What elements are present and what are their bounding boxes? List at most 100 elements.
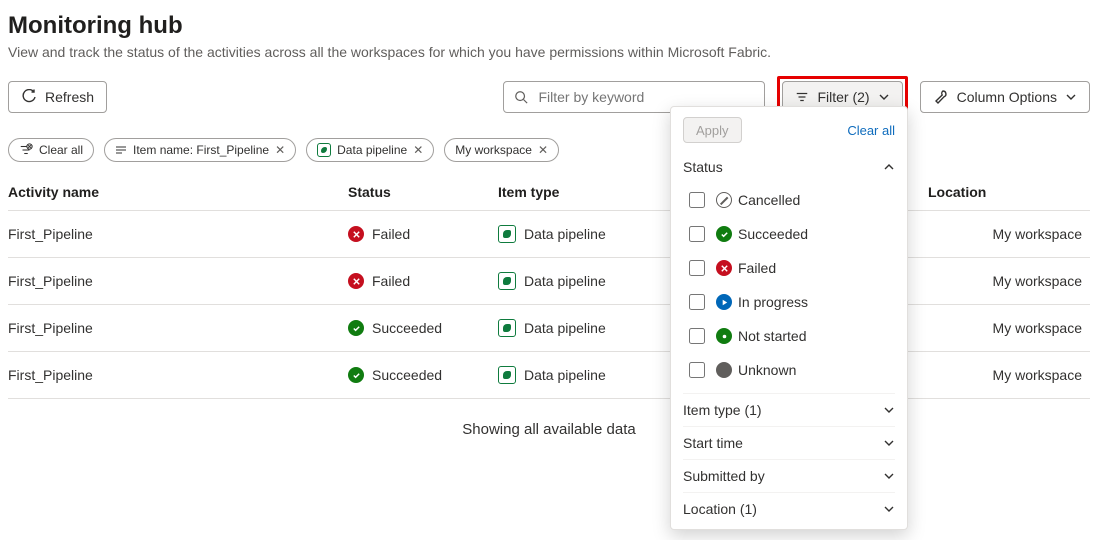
filter-section-submitted-by[interactable]: Submitted by <box>683 459 895 492</box>
filter-option-label: Cancelled <box>716 192 800 208</box>
cell-activity: First_Pipeline <box>8 305 348 352</box>
wrench-icon <box>933 89 949 105</box>
table-row[interactable]: First_PipelineFailedData pipeline4:15 PM… <box>8 258 1090 305</box>
status-cancelled-icon <box>716 192 732 208</box>
search-icon <box>514 90 528 104</box>
chip-remove-icon[interactable]: ✕ <box>538 143 548 157</box>
filter-option-unknown[interactable]: Unknown <box>683 353 895 387</box>
filter-option-label: Succeeded <box>716 226 808 242</box>
chip-remove-icon[interactable]: ✕ <box>275 143 285 157</box>
chip-label: Item name: First_Pipeline <box>133 143 269 157</box>
chip-remove-icon[interactable]: ✕ <box>413 143 423 157</box>
table-footer-message: Showing all available data <box>8 399 1090 460</box>
search-input[interactable] <box>536 88 754 106</box>
chevron-down-icon <box>883 404 895 416</box>
cell-location: My workspace <box>928 352 1090 399</box>
status-failed-icon <box>348 226 364 242</box>
filter-section-label: Location (1) <box>683 501 757 517</box>
pipeline-icon <box>317 143 331 157</box>
chevron-down-icon <box>878 91 890 103</box>
filter-option-inprogress[interactable]: In progress <box>683 285 895 319</box>
cell-status: Succeeded <box>348 305 498 352</box>
status-inprogress-icon <box>716 294 732 310</box>
cell-activity: First_Pipeline <box>8 211 348 258</box>
col-item-type[interactable]: Item type <box>498 176 678 211</box>
col-status[interactable]: Status <box>348 176 498 211</box>
filter-option-succeeded[interactable]: Succeeded <box>683 217 895 251</box>
chevron-down-icon <box>1065 91 1077 103</box>
table-header-row: Activity name Status Item type Start Loc… <box>8 176 1090 211</box>
cell-item-type: Data pipeline <box>498 352 678 399</box>
status-succeeded-icon <box>348 320 364 336</box>
filter-checkbox[interactable] <box>689 226 705 242</box>
filter-checkbox[interactable] <box>689 294 705 310</box>
status-failed-icon <box>348 273 364 289</box>
status-succeeded-icon <box>716 226 732 242</box>
table-row[interactable]: First_PipelineSucceededData pipeline3:42… <box>8 305 1090 352</box>
cell-status: Succeeded <box>348 352 498 399</box>
chip-label: My workspace <box>455 143 532 157</box>
pipeline-icon <box>498 225 516 243</box>
filter-section-location[interactable]: Location (1) <box>683 492 895 525</box>
table-row[interactable]: First_PipelineSucceededData pipeline6:08… <box>8 352 1090 399</box>
filter-option-cancelled[interactable]: Cancelled <box>683 183 895 217</box>
status-failed-icon <box>716 260 732 276</box>
chip-clear-all[interactable]: Clear all <box>8 138 94 162</box>
filter-checkbox[interactable] <box>689 192 705 208</box>
filter-option-label: Failed <box>716 260 776 276</box>
filter-checkbox[interactable] <box>689 328 705 344</box>
status-unknown-icon <box>716 362 732 378</box>
column-options-button[interactable]: Column Options <box>920 81 1090 113</box>
filter-section-status[interactable]: Status <box>683 151 895 183</box>
filter-option-notstarted[interactable]: Not started <box>683 319 895 353</box>
chip-label: Data pipeline <box>337 143 407 157</box>
activities-table: Activity name Status Item type Start Loc… <box>8 176 1090 399</box>
filter-checkbox[interactable] <box>689 362 705 378</box>
filter-section-label: Status <box>683 159 723 175</box>
col-location[interactable]: Location <box>928 176 1090 211</box>
cell-location: My workspace <box>928 258 1090 305</box>
filter-option-label: In progress <box>716 294 808 310</box>
page-title: Monitoring hub <box>8 12 1090 40</box>
cell-status: Failed <box>348 258 498 305</box>
filter-apply-button[interactable]: Apply <box>683 117 742 143</box>
chip-data-pipeline[interactable]: Data pipeline ✕ <box>306 138 434 162</box>
table-row[interactable]: First_PipelineFailedData pipeline3:40 PM… <box>8 211 1090 258</box>
page-subtitle: View and track the status of the activit… <box>8 44 1090 60</box>
refresh-button[interactable]: Refresh <box>8 81 107 113</box>
chevron-down-icon <box>883 470 895 482</box>
cell-item-type: Data pipeline <box>498 211 678 258</box>
filter-section-label: Item type (1) <box>683 402 762 418</box>
chip-item-name[interactable]: Item name: First_Pipeline ✕ <box>104 138 296 162</box>
status-notstarted-icon <box>716 328 732 344</box>
filter-checkbox[interactable] <box>689 260 705 276</box>
chevron-down-icon <box>883 503 895 515</box>
column-options-label: Column Options <box>957 89 1057 105</box>
cell-activity: First_Pipeline <box>8 258 348 305</box>
cell-location: My workspace <box>928 305 1090 352</box>
chevron-down-icon <box>883 437 895 449</box>
pipeline-icon <box>498 366 516 384</box>
filter-section-item-type[interactable]: Item type (1) <box>683 393 895 426</box>
filter-panel: Apply Clear all Status Cancelled Succeede… <box>670 106 908 530</box>
col-activity-name[interactable]: Activity name <box>8 176 348 211</box>
filter-chips: Clear all Item name: First_Pipeline ✕ Da… <box>8 138 1090 162</box>
cell-activity: First_Pipeline <box>8 352 348 399</box>
refresh-label: Refresh <box>45 89 94 105</box>
text-icon <box>115 144 127 156</box>
filter-clear-all-link[interactable]: Clear all <box>847 123 895 138</box>
filter-option-failed[interactable]: Failed <box>683 251 895 285</box>
filter-section-label: Start time <box>683 435 743 451</box>
pipeline-icon <box>498 272 516 290</box>
filter-label: Filter (2) <box>817 89 869 105</box>
clear-filter-icon <box>19 143 33 157</box>
filter-option-label: Not started <box>716 328 806 344</box>
chip-workspace[interactable]: My workspace ✕ <box>444 138 559 162</box>
filter-section-label: Submitted by <box>683 468 765 484</box>
status-succeeded-icon <box>348 367 364 383</box>
cell-item-type: Data pipeline <box>498 258 678 305</box>
cell-item-type: Data pipeline <box>498 305 678 352</box>
pipeline-icon <box>498 319 516 337</box>
filter-section-start-time[interactable]: Start time <box>683 426 895 459</box>
chevron-up-icon <box>883 161 895 173</box>
